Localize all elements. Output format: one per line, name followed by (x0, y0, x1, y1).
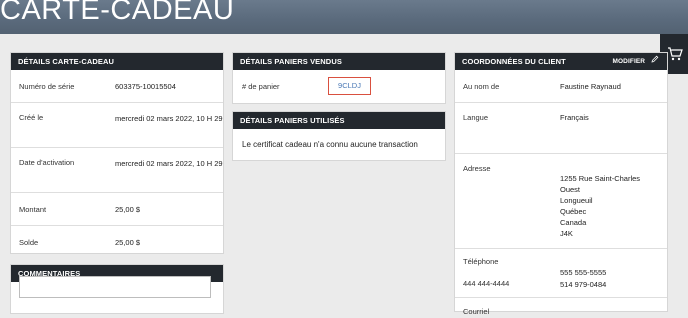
customer-row-address: Adresse 1255 Rue Saint-Charles Ouest Lon… (455, 154, 667, 249)
customer-row-phone: Téléphone 555 555-5555 444 444-4444 514 … (455, 249, 667, 298)
address-line: J4K (560, 229, 573, 238)
address-line: Ouest (560, 185, 581, 194)
address-line: Québec (560, 207, 587, 216)
customer-name-value: Faustine Raynaud (560, 82, 621, 91)
address-label: Adresse (463, 164, 491, 173)
detail-label: Montant (19, 205, 47, 214)
detail-row-activation: Date d'activation mercredi 02 mars 2022,… (11, 148, 223, 193)
page-header-banner: CARTE-CADEAU (0, 0, 688, 34)
gift-card-details-panel: DÉTAILS CARTE-CADEAU Numéro de série 603… (10, 52, 224, 254)
used-baskets-heading: DÉTAILS PANIERS UTILISÉS (233, 112, 445, 129)
customer-details-title: COORDONNÉES DU CLIENT (462, 57, 566, 66)
address-line: Canada (560, 218, 587, 227)
sold-baskets-panel: DÉTAILS PANIERS VENDUS # de panier 9CLDJ (232, 52, 446, 104)
detail-row-amount: Montant 25,00 $ (11, 193, 223, 226)
comment-textarea[interactable] (19, 276, 211, 298)
detail-row-created: Créé le mercredi 02 mars 2022, 10 H 29 (11, 103, 223, 148)
customer-details-panel: COORDONNÉES DU CLIENT MODIFIER Au nom de… (454, 52, 668, 316)
sold-baskets-heading: DÉTAILS PANIERS VENDUS (233, 53, 445, 70)
comments-panel: COMMENTAIRES (10, 264, 224, 314)
detail-label: Solde (19, 238, 39, 247)
created-date-value: mercredi 02 mars 2022, 10 H 29 (115, 114, 223, 123)
gift-card-details-heading: DÉTAILS CARTE-CADEAU (11, 53, 223, 70)
cart-icon (667, 46, 683, 67)
address-block: 1255 Rue Saint-Charles Ouest Longueuil Q… (560, 173, 660, 239)
detail-row-balance: Solde 25,00 $ (11, 226, 223, 258)
phone-secondary-value: 514 979-0484 (560, 280, 607, 289)
basket-number-label: # de panier (242, 82, 280, 91)
activation-date-value: mercredi 02 mars 2022, 10 H 29 (115, 159, 223, 168)
serial-number-value: 603375-10015504 (115, 82, 176, 91)
name-label: Au nom de (463, 82, 500, 91)
customer-row-language: Langue Français (455, 103, 667, 154)
language-label: Langue (463, 113, 489, 122)
edit-customer-button[interactable]: MODIFIER (613, 53, 659, 70)
basket-row: # de panier 9CLDJ (233, 70, 445, 103)
used-baskets-panel: DÉTAILS PANIERS UTILISÉS Le certificat c… (232, 111, 446, 161)
address-line: Longueuil (560, 196, 593, 205)
detail-label: Numéro de série (19, 82, 75, 91)
detail-row-serial: Numéro de série 603375-10015504 (11, 70, 223, 103)
page-title: CARTE-CADEAU (0, 0, 235, 26)
customer-row-email: Courriel (455, 298, 667, 318)
phone-primary-value: 555 555-5555 (560, 268, 607, 277)
language-value: Français (560, 113, 589, 122)
address-line: 1255 Rue Saint-Charles (560, 174, 641, 183)
email-label: Courriel (463, 307, 490, 316)
amount-value: 25,00 $ (115, 205, 141, 214)
phone-left-value: 444 444-4444 (463, 279, 510, 288)
no-transaction-message: Le certificat cadeau n'a connu aucune tr… (242, 140, 418, 149)
customer-details-heading: COORDONNÉES DU CLIENT MODIFIER (455, 53, 667, 70)
balance-value: 25,00 $ (115, 238, 141, 247)
detail-label: Créé le (19, 113, 44, 122)
pencil-icon (651, 53, 659, 70)
phone-label: Téléphone (463, 257, 499, 266)
basket-number-link[interactable]: 9CLDJ (328, 77, 371, 95)
customer-row-name: Au nom de Faustine Raynaud (455, 70, 667, 103)
detail-label: Date d'activation (19, 158, 75, 167)
edit-label: MODIFIER (612, 58, 646, 66)
